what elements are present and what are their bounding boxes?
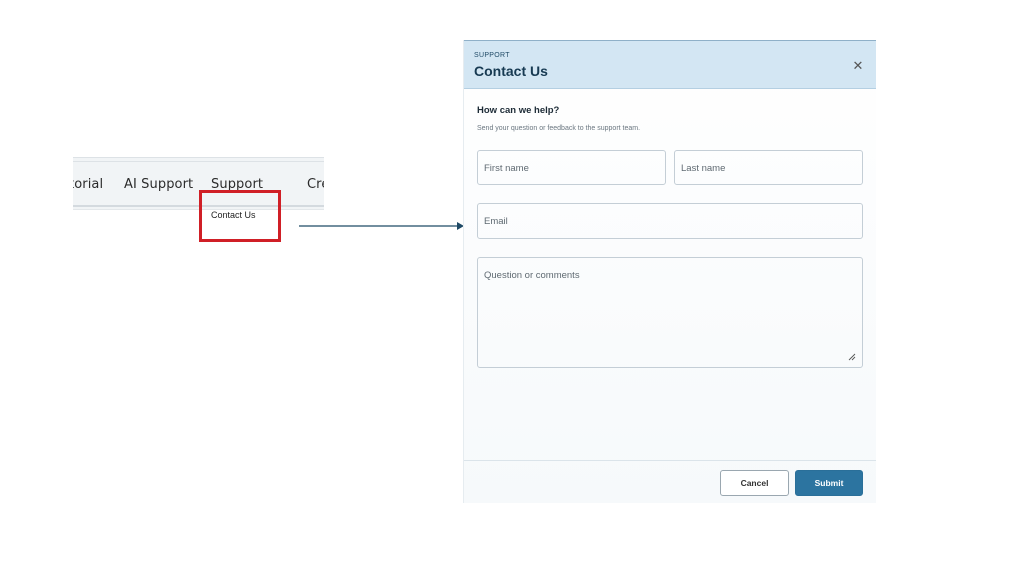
first-name-field[interactable]: First name bbox=[477, 150, 666, 185]
email-placeholder: Email bbox=[484, 216, 508, 227]
contact-dialog: SUPPORT Contact Us ✕ How can we help? Se… bbox=[463, 40, 876, 503]
help-heading: How can we help? bbox=[477, 105, 560, 116]
last-name-field[interactable]: Last name bbox=[674, 150, 863, 185]
dialog-footer: Cancel Submit bbox=[464, 460, 876, 504]
comments-placeholder: Question or comments bbox=[484, 270, 580, 281]
email-field[interactable]: Email bbox=[477, 203, 863, 239]
nav-item-tutorial[interactable]: torial bbox=[73, 177, 103, 192]
first-name-placeholder: First name bbox=[484, 163, 529, 174]
close-icon[interactable]: ✕ bbox=[852, 59, 864, 72]
dialog-title: Contact Us bbox=[474, 63, 548, 79]
dialog-header: SUPPORT Contact Us ✕ bbox=[464, 40, 876, 89]
help-subtext: Send your question or feedback to the su… bbox=[477, 125, 641, 132]
submit-button[interactable]: Submit bbox=[795, 470, 863, 496]
comments-textarea[interactable]: Question or comments bbox=[477, 257, 863, 368]
nav-divider bbox=[73, 161, 324, 162]
dialog-eyebrow: SUPPORT bbox=[474, 52, 510, 59]
last-name-placeholder: Last name bbox=[681, 163, 726, 174]
arrow-right-icon bbox=[299, 222, 464, 230]
resize-grip-icon[interactable] bbox=[848, 353, 856, 361]
highlight-box bbox=[199, 190, 281, 242]
nav-item-ai-support[interactable]: AI Support bbox=[124, 177, 193, 192]
cancel-button[interactable]: Cancel bbox=[720, 470, 789, 496]
nav-item-cre[interactable]: Cre bbox=[307, 177, 324, 192]
